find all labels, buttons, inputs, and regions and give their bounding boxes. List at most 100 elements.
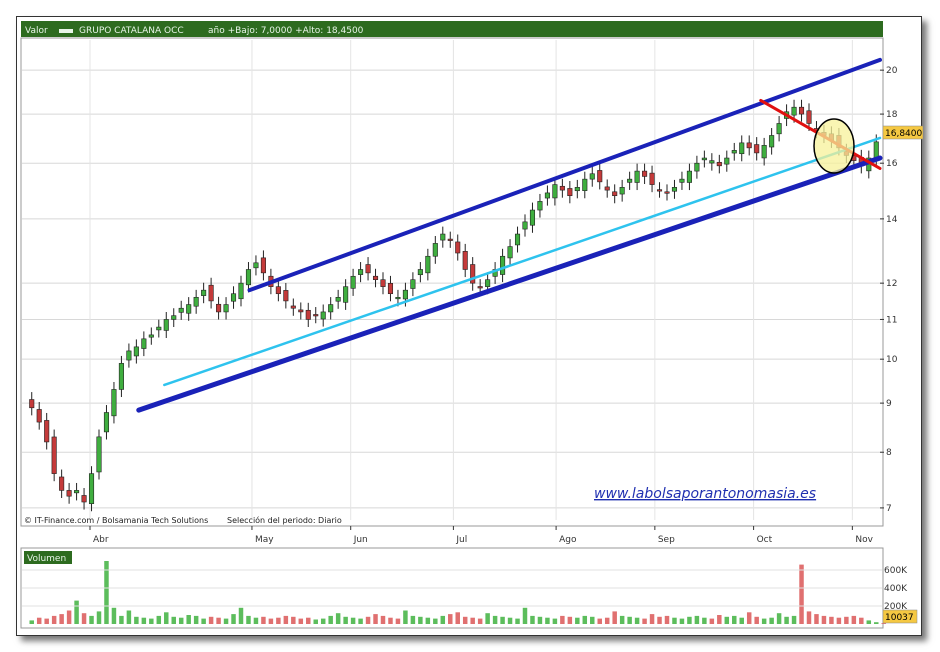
- candle-body: [791, 106, 797, 116]
- volume-bar: [522, 607, 528, 624]
- volume-bar: [724, 616, 730, 624]
- candle-body: [634, 170, 640, 183]
- candle-body: [417, 269, 423, 276]
- candle-body: [537, 201, 543, 211]
- volume-bar: [799, 564, 804, 624]
- volume-bar: [261, 616, 266, 624]
- volume-bar: [283, 615, 289, 624]
- candle-body: [126, 350, 132, 361]
- volume-bar: [223, 618, 229, 624]
- candle-body: [627, 178, 633, 183]
- candle-body: [103, 412, 110, 433]
- candle-body: [156, 326, 162, 331]
- volume-bar: [306, 617, 311, 624]
- volume-bar: [403, 610, 408, 624]
- volume-bar: [343, 616, 348, 624]
- volume-bar: [702, 617, 707, 624]
- candle-body: [290, 305, 296, 309]
- candle-body: [193, 296, 199, 307]
- candle-body: [320, 311, 326, 320]
- volume-bar: [874, 622, 879, 624]
- month-label: May: [255, 535, 274, 545]
- candle-body: [507, 246, 513, 259]
- candle-body: [365, 264, 371, 274]
- volume-bar: [769, 617, 774, 624]
- volume-bar: [739, 617, 744, 624]
- candle-body: [216, 303, 222, 313]
- candle-body: [604, 186, 610, 191]
- candle-body: [612, 191, 618, 197]
- volume-bar: [208, 616, 214, 624]
- volume-bar: [119, 615, 124, 624]
- volume-bar: [164, 612, 169, 624]
- volume-bar: [761, 618, 767, 624]
- candle-body: [589, 173, 595, 180]
- volume-bar: [74, 600, 79, 624]
- candle-body: [111, 389, 117, 417]
- candle-body: [552, 184, 558, 199]
- volume-bar: [134, 616, 139, 624]
- volume-bar: [537, 616, 543, 624]
- candle-body: [671, 187, 678, 192]
- volume-bar: [694, 615, 700, 624]
- candle-body: [178, 307, 184, 313]
- candle-body: [253, 262, 259, 269]
- volume-bar: [567, 616, 573, 624]
- volume-tick-label: 400K: [884, 584, 908, 594]
- volume-bar: [597, 618, 602, 624]
- volume-bar: [433, 618, 438, 624]
- volume-bar: [231, 614, 236, 624]
- candle-body: [544, 192, 550, 199]
- candle-body: [350, 275, 356, 289]
- volume-bar: [851, 615, 857, 624]
- candle-body: [335, 296, 341, 302]
- volume-bar: [380, 615, 386, 624]
- volume-bar: [313, 619, 318, 624]
- candle-body: [754, 144, 760, 154]
- volume-bar: [582, 615, 588, 624]
- volume-bar: [829, 616, 834, 624]
- y-tick-label: 14: [886, 215, 898, 225]
- month-label: Sep: [658, 535, 675, 545]
- last-price-label: 16,8400: [885, 129, 922, 139]
- volume-bar: [246, 615, 251, 624]
- volume-bar: [746, 612, 752, 624]
- volume-bar: [657, 616, 662, 624]
- candle-body: [514, 233, 521, 246]
- candle-body: [776, 123, 782, 135]
- volume-bar: [193, 615, 199, 624]
- candle-body: [88, 473, 95, 504]
- month-labels: Abr May Jun Jul Ago Sep Oct Nov: [89, 526, 874, 545]
- month-label: Jun: [353, 535, 368, 545]
- volume-bar: [253, 617, 259, 624]
- candle-body: [81, 495, 87, 503]
- candle-body: [485, 279, 491, 287]
- candle-body: [567, 188, 573, 197]
- volume-bar: [507, 617, 513, 624]
- volume-bar: [328, 615, 333, 624]
- volume-bar: [575, 617, 580, 624]
- candle-body: [769, 135, 775, 148]
- candle-body: [372, 275, 379, 281]
- month-label: Nov: [855, 535, 873, 545]
- candle-body: [186, 304, 192, 314]
- month-label: Abr: [93, 535, 109, 545]
- candle-body: [141, 338, 147, 349]
- volume-bar: [238, 607, 244, 624]
- candle-body: [230, 293, 237, 302]
- candle-body: [298, 309, 304, 313]
- volume-bar: [156, 615, 162, 624]
- volume-bar: [492, 615, 498, 624]
- volume-bar: [268, 618, 274, 624]
- volume-bar: [171, 616, 176, 624]
- candle-body: [51, 436, 57, 474]
- volume-bar: [814, 614, 819, 624]
- volume-bar: [410, 615, 416, 624]
- volume-bar: [612, 611, 617, 624]
- candle-body: [238, 282, 244, 300]
- volume-bar: [350, 617, 356, 624]
- volume-bar: [754, 616, 759, 624]
- series-tag: Valor: [25, 26, 48, 36]
- candle-body: [746, 142, 752, 149]
- volume-bar: [709, 618, 715, 624]
